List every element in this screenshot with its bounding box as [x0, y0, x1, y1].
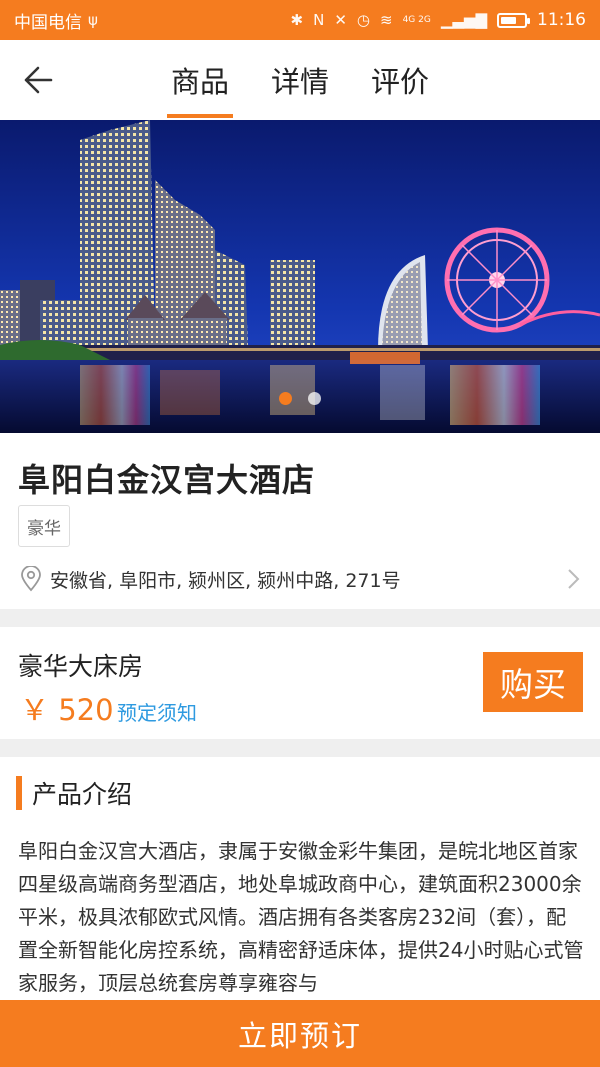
chevron-right-icon [568, 569, 580, 589]
status-time: 11:16 [537, 10, 586, 30]
hotel-address: 安徽省, 阜阳市, 颍州区, 颍州中路, 271号 [50, 569, 401, 592]
tab-goods[interactable]: 商品 [150, 40, 250, 120]
room-name: 豪华大床房 [18, 652, 144, 681]
mute-icon: ✕ [334, 11, 347, 29]
section-header: 产品介绍 [16, 775, 132, 811]
carousel-dot-2[interactable] [308, 392, 321, 405]
room-price: ￥ 520 [20, 693, 114, 727]
tab-goods-label: 商品 [170, 65, 229, 99]
status-bar: 中国电信 ψ ✱ N ✕ ◷ ≋ 4G 2G ▁▃▅▇ 11:16 [0, 0, 600, 40]
top-nav: 商品 详情 评价 [0, 40, 600, 120]
nfc-icon: N [313, 11, 325, 29]
book-now-button[interactable]: 立即预订 [0, 1000, 600, 1067]
carousel-dots [0, 392, 600, 405]
tab-reviews-label: 评价 [370, 65, 429, 99]
hotel-banner-image [0, 120, 600, 433]
booking-notice-link[interactable]: 预定须知 [117, 697, 197, 726]
tab-details[interactable]: 详情 [250, 40, 350, 120]
intro-paragraph: 阜阳白金汉宫大酒店，隶属于安徽金彩牛集团，是皖北地区首家四星级高端商务型酒店，地… [18, 839, 584, 995]
alarm-icon: ◷ [356, 11, 370, 29]
tab-details-label: 详情 [270, 65, 329, 99]
network-type: 4G 2G [402, 14, 431, 25]
bluetooth-icon: ✱ [290, 11, 304, 29]
hotel-info-section: 阜阳白金汉宫大酒店 豪华 安徽省, 阜阳市, 颍州区, 颍州中路, 271号 [0, 433, 600, 609]
wifi-icon: ≋ [380, 11, 393, 29]
back-arrow-icon [24, 66, 53, 94]
battery-icon [497, 12, 530, 28]
section-title: 产品介绍 [32, 780, 133, 809]
usb-icon: ψ [88, 11, 98, 29]
tab-reviews[interactable]: 评价 [350, 40, 450, 120]
status-icons: ✱ N ✕ ◷ ≋ 4G 2G ▁▃▅▇ 11:16 [291, 10, 586, 30]
battery-level [501, 16, 516, 24]
image-carousel[interactable] [0, 120, 600, 433]
carrier-name: 中国电信 [14, 12, 82, 33]
section-accent-bar [16, 776, 22, 810]
signal-icon: ▁▃▅▇ [440, 11, 487, 29]
location-pin-icon [21, 566, 41, 592]
buy-button[interactable]: 购买 [483, 652, 583, 712]
hotel-tag: 豪华 [18, 505, 70, 547]
carousel-dot-1[interactable] [279, 392, 292, 405]
tab-bar: 商品 详情 评价 [0, 40, 600, 120]
room-card: 豪华大床房 ￥ 520 预定须知 购买 [0, 627, 600, 739]
address-row[interactable]: 安徽省, 阜阳市, 颍州区, 颍州中路, 271号 [0, 555, 600, 603]
hotel-name: 阜阳白金汉宫大酒店 [18, 461, 316, 499]
app-screen: 中国电信 ψ ✱ N ✕ ◷ ≋ 4G 2G ▁▃▅▇ 11:16 商品 详情 … [0, 0, 600, 1067]
back-button[interactable] [16, 60, 60, 100]
status-carrier-group: 中国电信 ψ [14, 8, 291, 33]
